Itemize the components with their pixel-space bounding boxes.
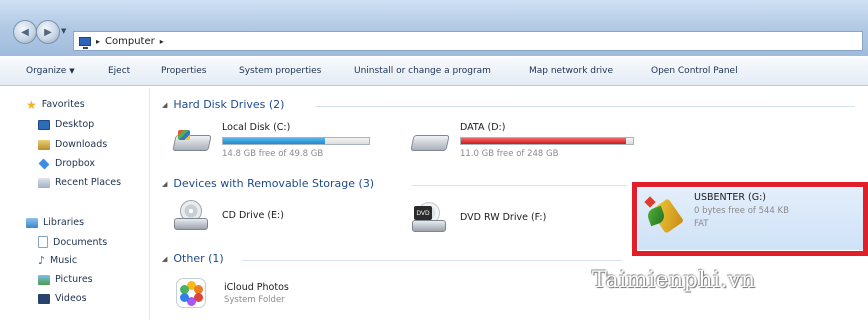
group-divider: [242, 260, 622, 261]
drive-free-space: 14.8 GB free of 49.8 GB: [222, 149, 324, 159]
drive-item-c[interactable]: Local Disk (C:) 14.8 GB free of 49.8 GB: [172, 122, 374, 170]
uninstall-program-button[interactable]: Uninstall or change a program: [354, 66, 491, 76]
recent-places-icon: [38, 177, 50, 188]
drives-view: ◢ Hard Disk Drives (2) Local Disk (C:) 1…: [150, 88, 868, 320]
organize-label: Organize: [26, 66, 67, 76]
collapse-triangle-icon[interactable]: ◢: [162, 101, 167, 109]
group-title: Hard Disk Drives (2): [173, 98, 285, 111]
nav-item-label: Recent Places: [55, 177, 122, 188]
map-network-drive-button[interactable]: Map network drive: [529, 66, 613, 76]
group-title: Devices with Removable Storage (3): [173, 177, 375, 190]
nav-item-label: Documents: [53, 236, 108, 248]
breadcrumb-computer[interactable]: Computer: [105, 36, 155, 47]
drive-name: DVD RW Drive (F:): [460, 212, 547, 223]
desktop-icon: [38, 119, 50, 130]
nav-item-label: Pictures: [55, 274, 93, 285]
back-arrow-icon: ◀: [21, 26, 29, 38]
nav-item-desktop[interactable]: Desktop: [38, 119, 94, 130]
breadcrumb-chevron-icon[interactable]: ▸: [96, 37, 100, 46]
cd-drive-icon: [174, 200, 210, 232]
hard-disk-icon: [172, 130, 212, 152]
forward-button[interactable]: ▶: [36, 20, 60, 44]
eject-button[interactable]: Eject: [108, 66, 130, 76]
group-header-hard-disks[interactable]: ◢ Hard Disk Drives (2): [162, 98, 284, 111]
nav-item-label: Music: [50, 255, 78, 266]
group-title: Other (1): [173, 252, 224, 265]
properties-button[interactable]: Properties: [161, 66, 206, 76]
star-icon: ★: [26, 97, 37, 112]
nav-libraries[interactable]: Libraries: [26, 217, 84, 228]
group-divider: [412, 185, 627, 186]
drive-item-d[interactable]: DATA (D:) 11.0 GB free of 248 GB: [410, 122, 642, 170]
navigation-pane: ★ Favorites Desktop Downloads Dropbox Re…: [0, 88, 150, 320]
back-button[interactable]: ◀: [13, 20, 37, 44]
dvd-drive-icon: DVD: [412, 202, 448, 234]
drive-name: DATA (D:): [460, 122, 506, 133]
item-name: iCloud Photos: [224, 282, 289, 293]
item-type: System Folder: [224, 295, 285, 305]
group-divider: [315, 106, 855, 107]
libraries-icon: [26, 217, 38, 228]
nav-favorites-label: Favorites: [41, 99, 85, 110]
nav-item-label: Desktop: [55, 119, 95, 130]
capacity-bar-fill: [223, 138, 326, 144]
breadcrumb-chevron-icon[interactable]: ▸: [160, 37, 164, 46]
forward-arrow-icon: ▶: [44, 26, 52, 38]
nav-item-label: Downloads: [55, 139, 108, 150]
capacity-bar-fill: [461, 138, 627, 144]
group-header-other[interactable]: ◢ Other (1): [162, 252, 224, 265]
nav-item-label: Dropbox: [55, 158, 96, 169]
red-annotation-box: [632, 182, 868, 256]
nav-favorites[interactable]: ★ Favorites: [26, 97, 85, 112]
group-header-removable[interactable]: ◢ Devices with Removable Storage (3): [162, 177, 374, 190]
capacity-bar: [460, 137, 634, 145]
address-bar[interactable]: ▸ Computer ▸: [73, 31, 863, 51]
documents-icon: [38, 236, 48, 248]
drive-item-e[interactable]: CD Drive (E:): [174, 198, 354, 238]
drive-name: Local Disk (C:): [222, 122, 291, 133]
organize-button[interactable]: Organize ▼: [26, 66, 75, 76]
command-bar: Organize ▼ Eject Properties System prope…: [0, 58, 868, 86]
dropbox-icon: [38, 158, 50, 169]
recent-pages-dropdown[interactable]: ▼: [61, 27, 66, 35]
drive-item-f[interactable]: DVD DVD RW Drive (F:): [412, 198, 602, 238]
watermark: Taimienphi.vn: [592, 268, 756, 293]
title-bar: ◀ ▶ ▼ ▸ Computer ▸: [0, 0, 868, 56]
nav-item-documents[interactable]: Documents: [38, 236, 107, 248]
other-item-icloud-photos[interactable]: iCloud Photos System Folder: [176, 278, 356, 314]
videos-icon: [38, 293, 50, 304]
system-properties-button[interactable]: System properties: [239, 66, 321, 76]
nav-libraries-label: Libraries: [43, 217, 85, 228]
chevron-down-icon: ▼: [69, 67, 75, 75]
nav-item-videos[interactable]: Videos: [38, 293, 87, 304]
collapse-triangle-icon[interactable]: ◢: [162, 180, 167, 188]
drive-name: CD Drive (E:): [222, 210, 284, 221]
computer-icon: [79, 36, 91, 49]
downloads-folder-icon: [38, 139, 50, 150]
dvd-badge: DVD: [414, 206, 432, 220]
nav-item-music[interactable]: ♪ Music: [38, 253, 78, 267]
nav-item-recent-places[interactable]: Recent Places: [38, 177, 121, 188]
collapse-triangle-icon[interactable]: ◢: [162, 255, 167, 263]
icloud-photos-icon: [176, 278, 206, 308]
nav-item-label: Videos: [55, 293, 87, 304]
nav-item-downloads[interactable]: Downloads: [38, 139, 107, 150]
hard-disk-icon: [410, 130, 450, 152]
music-note-icon: ♪: [38, 253, 46, 267]
open-control-panel-button[interactable]: Open Control Panel: [651, 66, 738, 76]
pictures-icon: [38, 274, 50, 285]
nav-item-dropbox[interactable]: Dropbox: [38, 158, 95, 169]
drive-free-space: 11.0 GB free of 248 GB: [460, 149, 559, 159]
capacity-bar: [222, 137, 370, 145]
nav-item-pictures[interactable]: Pictures: [38, 274, 93, 285]
